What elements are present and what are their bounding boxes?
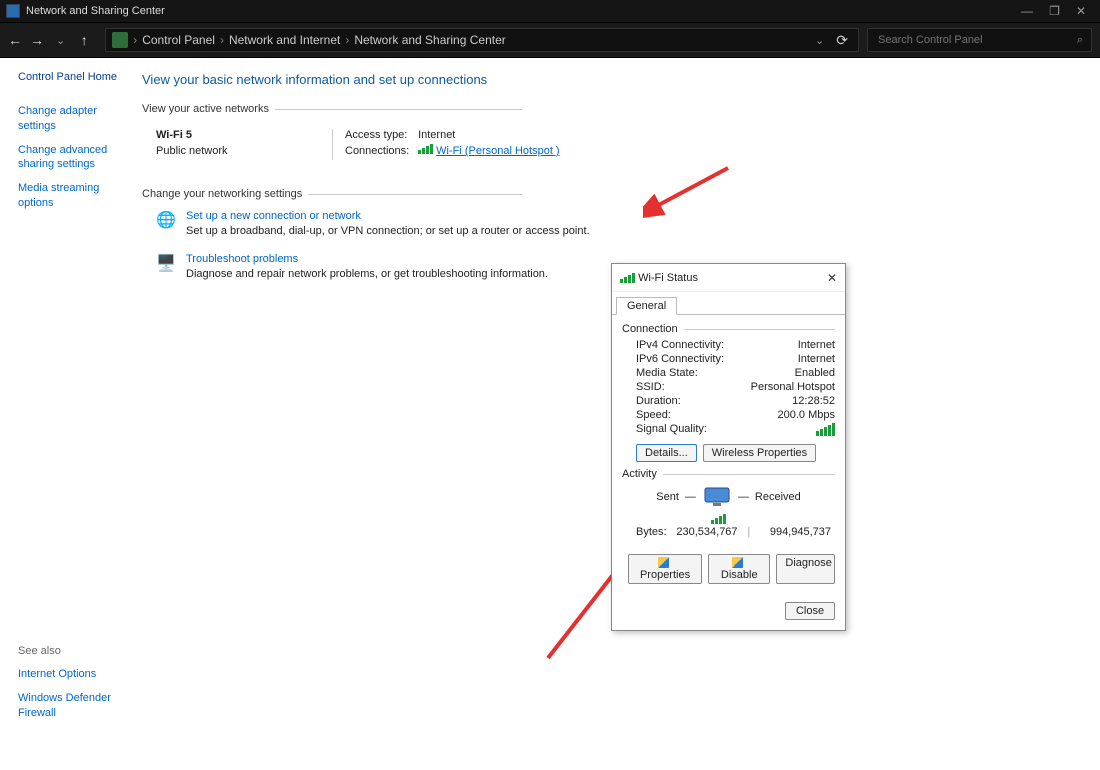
duration-label: Duration:	[636, 395, 681, 407]
page-title: View your basic network information and …	[142, 72, 1090, 87]
details-button[interactable]: Details...	[636, 444, 697, 462]
breadcrumb-item[interactable]: Network and Internet	[229, 33, 340, 47]
search-input[interactable]	[876, 33, 1056, 47]
ipv4-label: IPv4 Connectivity:	[636, 339, 724, 351]
troubleshoot-icon: 🖥️	[156, 253, 176, 273]
bytes-received-value: 994,945,737	[750, 526, 831, 538]
network-type: Public network	[156, 145, 332, 157]
signal-quality-label: Signal Quality:	[636, 423, 707, 436]
properties-button[interactable]: Properties	[628, 554, 702, 584]
dialog-close-footer-button[interactable]: Close	[785, 602, 835, 620]
breadcrumb-sep: ›	[220, 33, 224, 47]
see-also-label: See also	[18, 645, 138, 657]
back-button[interactable]: ←	[8, 32, 22, 48]
dialog-title: Wi-Fi Status	[638, 272, 698, 284]
tab-general[interactable]: General	[616, 297, 677, 315]
see-also-internet-options[interactable]: Internet Options	[18, 667, 138, 681]
speed-label: Speed:	[636, 409, 671, 421]
breadcrumb[interactable]: › Control Panel › Network and Internet ›…	[105, 28, 859, 52]
ssid-value: Personal Hotspot	[751, 381, 835, 393]
main-panel: View your basic network information and …	[138, 58, 1100, 770]
ipv4-value: Internet	[798, 339, 835, 351]
refresh-button[interactable]: ⟳	[832, 32, 852, 49]
sidebar: Control Panel Home Change adapter settin…	[0, 58, 138, 770]
speed-value: 200.0 Mbps	[778, 409, 835, 421]
breadcrumb-more[interactable]: ⌄	[811, 34, 828, 47]
disable-button[interactable]: Disable	[708, 554, 770, 584]
setup-connection-link[interactable]: Set up a new connection or network	[186, 210, 361, 222]
diagnose-button[interactable]: Diagnose	[776, 554, 835, 584]
network-name: Wi-Fi 5	[156, 129, 332, 141]
wireless-properties-button[interactable]: Wireless Properties	[703, 444, 816, 462]
access-type-value: Internet	[418, 129, 455, 141]
connection-link[interactable]: Wi-Fi (Personal Hotspot )	[436, 145, 559, 157]
history-dropdown[interactable]: ⌄	[52, 34, 69, 47]
sidebar-link-media[interactable]: Media streaming options	[18, 181, 132, 210]
breadcrumb-item[interactable]: Network and Sharing Center	[354, 33, 505, 47]
group-connection: Connection	[622, 323, 678, 335]
section-active-networks: View your active networks	[142, 103, 269, 115]
sidebar-link-adapter[interactable]: Change adapter settings	[18, 104, 132, 133]
media-state-value: Enabled	[795, 367, 835, 379]
minimize-button[interactable]: —	[1021, 5, 1033, 17]
shield-icon	[732, 557, 743, 568]
ipv6-value: Internet	[798, 353, 835, 365]
ssid-label: SSID:	[636, 381, 665, 393]
activity-dash: —	[685, 491, 696, 503]
activity-signal-icon	[711, 514, 726, 524]
search-icon[interactable]: ⌕	[1077, 34, 1083, 47]
access-type-label: Access type:	[345, 129, 415, 141]
control-panel-icon	[6, 4, 20, 18]
section-change-settings: Change your networking settings	[142, 188, 302, 200]
window-title-bar: Network and Sharing Center — ❐ ✕	[0, 0, 1100, 22]
duration-value: 12:28:52	[792, 395, 835, 407]
connections-label: Connections:	[345, 145, 415, 157]
wifi-signal-icon	[418, 144, 433, 154]
bytes-label: Bytes:	[636, 526, 667, 538]
sent-label: Sent	[656, 491, 679, 503]
sidebar-home[interactable]: Control Panel Home	[18, 70, 132, 84]
see-also-firewall[interactable]: Windows Defender Firewall	[18, 691, 138, 720]
dialog-close-button[interactable]: ✕	[827, 271, 837, 285]
sidebar-link-sharing[interactable]: Change advanced sharing settings	[18, 143, 132, 172]
received-label: Received	[755, 491, 801, 503]
forward-button[interactable]: →	[30, 32, 44, 48]
breadcrumb-sep: ›	[133, 33, 137, 47]
breadcrumb-item[interactable]: Control Panel	[142, 33, 215, 47]
dialog-wifi-icon	[620, 273, 635, 283]
close-button[interactable]: ✕	[1076, 5, 1086, 17]
search-box[interactable]: ⌕	[867, 28, 1092, 52]
ipv6-label: IPv6 Connectivity:	[636, 353, 724, 365]
activity-monitor-icon	[702, 486, 732, 508]
troubleshoot-desc: Diagnose and repair network problems, or…	[186, 268, 548, 280]
activity-dash: —	[738, 491, 749, 503]
window-title: Network and Sharing Center	[26, 5, 165, 17]
breadcrumb-sep: ›	[345, 33, 349, 47]
explorer-nav-bar: ← → ⌄ ↑ › Control Panel › Network and In…	[0, 22, 1100, 58]
signal-quality-icon	[816, 423, 835, 436]
setup-connection-icon: 🌐	[156, 210, 176, 230]
group-activity: Activity	[622, 468, 657, 480]
media-state-label: Media State:	[636, 367, 698, 379]
wifi-status-dialog: Wi-Fi Status ✕ General Connection IPv4 C…	[611, 263, 846, 631]
up-button[interactable]: ↑	[77, 32, 91, 48]
breadcrumb-icon	[112, 32, 128, 48]
shield-icon	[658, 557, 669, 568]
troubleshoot-link[interactable]: Troubleshoot problems	[186, 253, 298, 265]
bytes-sent-value: 230,534,767	[667, 526, 748, 538]
maximize-button[interactable]: ❐	[1049, 5, 1060, 17]
setup-connection-desc: Set up a broadband, dial-up, or VPN conn…	[186, 225, 590, 237]
